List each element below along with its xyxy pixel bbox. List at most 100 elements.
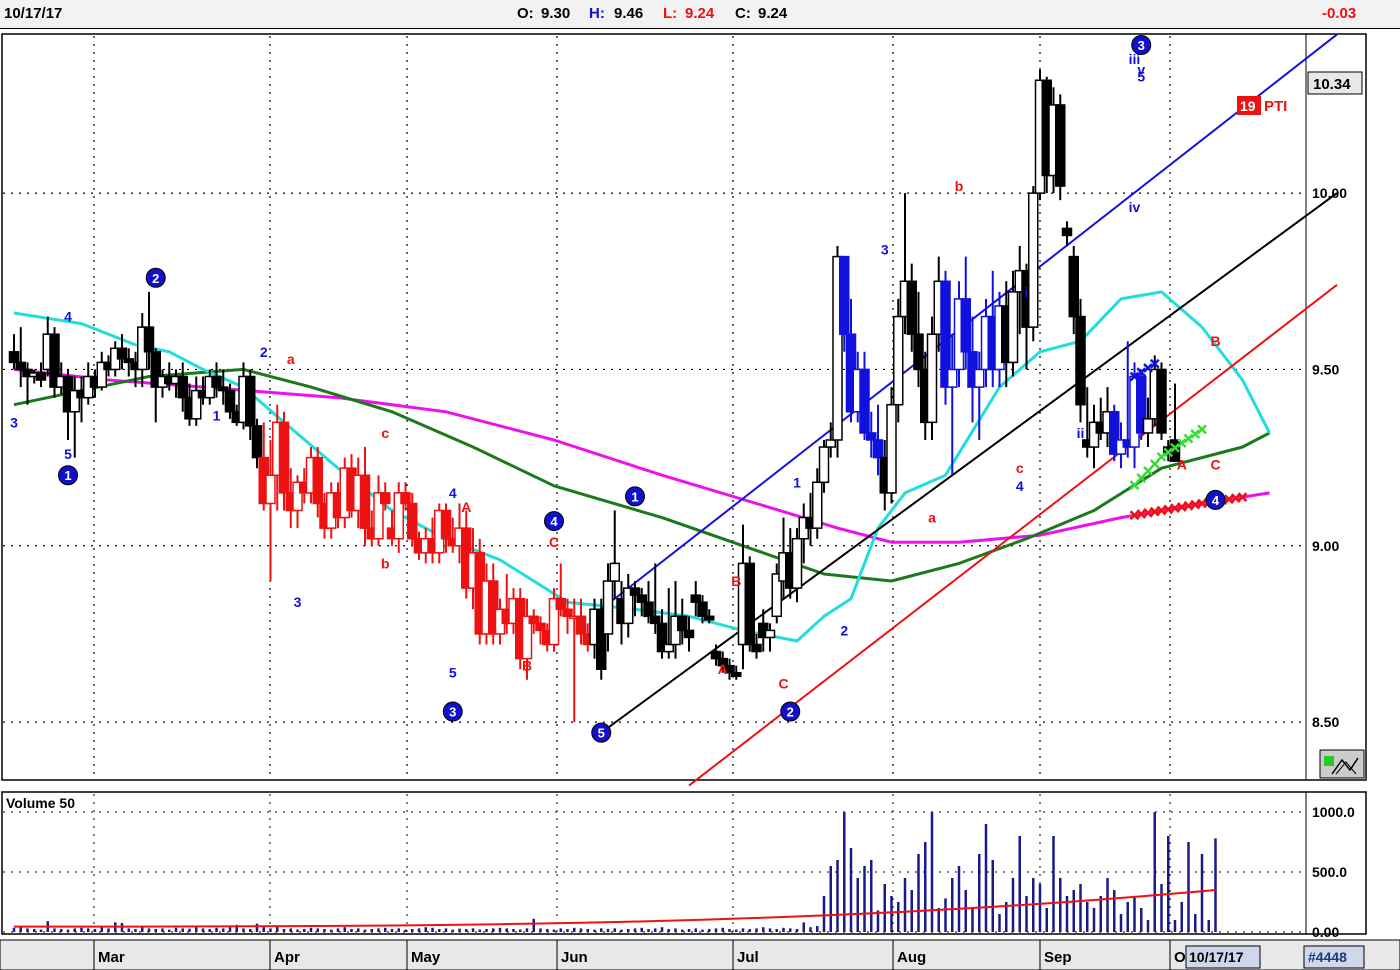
candle-body	[1007, 291, 1019, 364]
volume-title: Volume 50	[6, 795, 75, 811]
wave-count-label: 3	[1138, 38, 1145, 53]
wave-label: B	[522, 658, 532, 674]
wave-count-label: 1	[631, 489, 638, 504]
candle-body	[1068, 255, 1079, 318]
wave-label: a	[287, 351, 295, 367]
wave-label: C	[778, 675, 788, 691]
candle-body	[650, 615, 661, 625]
wave-label: i	[1025, 284, 1029, 300]
wave-label: iv	[1129, 199, 1141, 215]
chart-tool-icon[interactable]	[1319, 749, 1365, 779]
wave-count-label: 4	[1212, 493, 1220, 508]
candle-body	[960, 298, 971, 353]
candle-body	[636, 594, 647, 603]
candle-body	[1061, 227, 1073, 237]
month-label: Jul	[737, 949, 759, 966]
candle-body	[731, 671, 742, 678]
wave-label: 4	[64, 309, 72, 325]
wave-label: 3	[294, 594, 302, 610]
candle-body	[528, 615, 539, 625]
volume-tick-label: 1000.0	[1312, 804, 1355, 820]
wave-label: 5	[64, 446, 72, 462]
price-chart[interactable]: 3514212 a3cb4A53B4C51BA2C123abc4iiiiiiivv…	[0, 0, 1400, 970]
candle-body	[15, 361, 26, 371]
wave-label: 2	[260, 344, 268, 360]
candle-body	[177, 375, 188, 399]
wave-label: B	[731, 573, 741, 589]
candle-body	[677, 615, 688, 632]
candle-body	[839, 255, 850, 335]
candle-body	[893, 315, 904, 406]
candle-body	[116, 347, 128, 360]
wave-count-label: 1	[64, 468, 71, 483]
month-label: May	[411, 949, 441, 966]
candle-body	[555, 597, 566, 611]
wave-label: A	[718, 661, 728, 677]
id-badge: #4448	[1308, 949, 1347, 965]
wave-label: c	[381, 425, 389, 441]
candle-body	[697, 601, 708, 618]
candle-body	[859, 368, 870, 434]
candle-body	[407, 502, 418, 540]
candle-body	[872, 439, 884, 459]
price-tick-label: 10.00	[1312, 185, 1347, 201]
wave-count-label: 4	[550, 514, 558, 529]
candle-body	[663, 643, 674, 653]
candle-body	[312, 456, 323, 505]
wave-label: 2	[840, 622, 848, 638]
wave-count-label: 3	[449, 705, 456, 720]
price-tick-label: 9.50	[1312, 361, 1339, 377]
candle-body	[744, 562, 755, 646]
wave-count-label: 2	[152, 271, 159, 286]
candle-body	[35, 372, 47, 381]
candle-body	[710, 650, 722, 660]
wave-label: 3	[10, 414, 18, 430]
candle-body	[143, 326, 155, 353]
candle-body	[1028, 192, 1039, 328]
candle-body	[1142, 418, 1154, 434]
date-badge: 10/17/17	[1189, 949, 1244, 965]
candle-body	[751, 643, 762, 653]
wave-label: 4	[1016, 478, 1024, 494]
wave-label: a	[928, 510, 936, 526]
candle-body	[791, 537, 803, 589]
wave-label: C	[1210, 457, 1220, 473]
candle-body	[866, 432, 877, 441]
candle-body	[602, 580, 614, 635]
candle-body	[400, 492, 411, 505]
price-tick-label: 8.50	[1312, 714, 1339, 730]
candle-body	[1156, 368, 1167, 434]
candle-body	[211, 375, 222, 388]
candle-body	[535, 622, 546, 632]
candle-body	[947, 368, 958, 388]
candle-body	[690, 594, 701, 603]
candle-body	[629, 587, 641, 596]
candle-body	[818, 446, 830, 484]
candle-body	[224, 389, 236, 413]
volume-tick-label: 0.00	[1312, 924, 1339, 940]
wave-count-label: 5	[598, 726, 605, 741]
candle-body	[575, 615, 587, 635]
candle-body	[380, 492, 391, 505]
wave-label: C	[549, 534, 559, 550]
wave-label: A	[461, 499, 471, 515]
candle-body	[265, 474, 276, 505]
month-label: Jun	[561, 949, 588, 966]
candle-body	[643, 601, 654, 618]
candle-body	[886, 403, 897, 494]
candle-body	[764, 629, 776, 639]
candle-body	[278, 421, 290, 494]
candle-body	[562, 608, 573, 618]
candle-body	[913, 333, 924, 371]
month-label: Mar	[98, 949, 125, 966]
wave-label: ii	[1077, 425, 1085, 441]
candle-body	[704, 615, 715, 621]
candle-body	[359, 474, 371, 529]
wave-label: 4	[449, 485, 457, 501]
candle-body	[974, 368, 985, 388]
candle-body	[825, 439, 836, 448]
month-label: O	[1174, 949, 1186, 966]
candle-body	[926, 333, 938, 424]
price-tick-label: 9.00	[1312, 538, 1339, 554]
wave-label: b	[381, 555, 390, 571]
